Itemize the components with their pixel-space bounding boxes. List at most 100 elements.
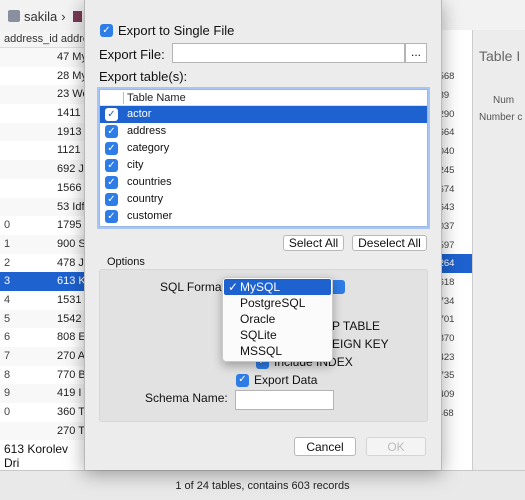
sql-format-option[interactable]: PostgreSQL (223, 295, 332, 311)
table-row[interactable]: 3 613 K (0, 272, 86, 291)
table-checkbox[interactable]: ✓ (105, 193, 118, 206)
table-list-header[interactable]: Table Name (100, 90, 427, 106)
browse-button[interactable]: ... (405, 43, 427, 63)
export-data-label: Export Data (254, 373, 318, 387)
export-tables-label: Export table(s): (99, 69, 188, 84)
table-checkbox[interactable]: ✓ (105, 210, 118, 223)
tables-list[interactable]: Table Name ✓ actor ✓ address ✓ category ✓ city ✓… (99, 89, 428, 227)
sql-format-option-label: SQLite (240, 328, 277, 342)
address-cell: 419 I (57, 387, 82, 400)
table-row[interactable]: 8 770 B (0, 366, 86, 385)
column-separator (123, 92, 124, 104)
address-cell: 270 T (57, 424, 85, 437)
address-cell: 770 B (57, 368, 86, 381)
sql-format-option[interactable]: MSSQL (223, 343, 332, 359)
row-index-cell: 4 (4, 293, 11, 306)
table-name: country (127, 193, 164, 205)
table-row[interactable]: 28 My (0, 67, 87, 86)
table-list-item[interactable]: ✓ customer (100, 208, 427, 225)
table-name: actor (127, 108, 152, 120)
table-row[interactable]: 0 360 T (0, 403, 85, 422)
table-row[interactable]: 9 419 I (0, 384, 84, 404)
address-cell: 53 Idf (57, 200, 85, 213)
table-list-item[interactable]: ✓ city (100, 157, 427, 174)
row-index-cell: 0 (4, 219, 11, 232)
table-row[interactable]: 6 808 E (0, 328, 86, 347)
address-cell: 808 E (57, 331, 86, 344)
panel-label-num: Num (493, 95, 515, 106)
address-cell: 692 J (57, 163, 84, 176)
export-data-checkbox[interactable]: ✓ (236, 373, 249, 387)
table-row[interactable]: 1 900 S (0, 234, 86, 254)
sql-format-option[interactable]: Oracle (223, 311, 332, 327)
sql-format-popup[interactable]: ✓ MySQL PostgreSQL Oracle SQLite MSSQL (222, 277, 333, 362)
table-row[interactable]: 23 Wo (0, 85, 89, 105)
table-list-item[interactable]: ✓ countries (100, 174, 427, 191)
sql-format-option[interactable]: SQLite (223, 327, 332, 343)
cancel-button[interactable]: Cancel (294, 437, 356, 456)
sql-format-option-label: MSSQL (240, 344, 283, 358)
table-list-item[interactable]: ✓ actor (100, 106, 427, 123)
row-index-cell: 8 (4, 368, 11, 381)
schema-name-field[interactable] (235, 390, 334, 410)
row-index-cell: 1 (4, 237, 11, 250)
select-all-button[interactable]: Select All (283, 235, 344, 251)
address-cell: 1411 (57, 107, 81, 120)
options-title: Options (107, 256, 145, 268)
deselect-all-button[interactable]: Deselect All (352, 235, 427, 251)
address-cell: 478 J (57, 256, 84, 269)
export-single-file-checkbox[interactable]: ✓ (100, 24, 113, 37)
breadcrumb-database[interactable]: sakila (24, 9, 57, 24)
table-row[interactable]: 1121 (0, 141, 84, 160)
table-row[interactable]: 2 478 J (0, 254, 84, 273)
data-grid[interactable]: address_id addre 47 My 28 My 23 Wo 1411 1913… (0, 30, 89, 470)
sql-format-option[interactable]: ✓ MySQL (224, 279, 331, 295)
table-checkbox[interactable]: ✓ (105, 142, 118, 155)
database-icon (8, 10, 20, 22)
table-name: customer (127, 210, 173, 222)
table-list-item[interactable]: ✓ country (100, 191, 427, 208)
table-row[interactable]: 1913 (0, 122, 84, 142)
table-row[interactable]: 4 1531 (0, 291, 84, 310)
table-row[interactable]: 0 1795 (0, 216, 84, 235)
table-checkbox[interactable]: ✓ (105, 159, 118, 172)
table-checkbox[interactable]: ✓ (105, 176, 118, 189)
row-index-cell: 7 (4, 350, 11, 362)
table-name: countries (127, 176, 172, 188)
schema-name-label: Schema Name: (145, 391, 228, 405)
address-cell: 28 My (57, 69, 87, 82)
export-single-file-option[interactable]: ✓ Export to Single File (100, 23, 234, 38)
table-list-item[interactable]: ✓ category (100, 140, 427, 157)
export-file-field[interactable] (172, 43, 405, 63)
panel-title: Table I (479, 48, 521, 64)
address-cell: 613 K (57, 275, 86, 288)
table-list-item[interactable]: ✓ address (100, 123, 427, 140)
checkmark-icon: ✓ (228, 280, 239, 294)
ok-button[interactable]: OK (366, 437, 426, 456)
grid-header[interactable]: address_id addre (0, 30, 89, 48)
table-name: city (127, 159, 144, 171)
sql-format-option-label: PostgreSQL (240, 296, 306, 310)
table-row[interactable]: 53 Idf (0, 197, 85, 217)
table-row[interactable]: 5 1542 (0, 309, 84, 329)
status-text: 1 of 24 tables, contains 603 records (175, 479, 350, 492)
row-index-cell: 0 (4, 406, 11, 419)
table-row[interactable]: 270 T (0, 421, 85, 441)
table-row[interactable]: 1566 (0, 179, 84, 198)
grid-footer-text: 613 Korolev Dri (4, 442, 69, 470)
option-export-data[interactable]: ✓ Export Data (236, 373, 317, 387)
table-checkbox[interactable]: ✓ (105, 125, 118, 138)
address-cell: 47 My (57, 51, 87, 63)
address-cell: 270 A (57, 350, 86, 362)
table-row[interactable]: 7 270 A (0, 347, 86, 366)
table-row[interactable]: 47 My (0, 48, 87, 67)
row-index-cell: 3 (4, 275, 11, 288)
table-row[interactable]: 1411 (0, 104, 84, 123)
sql-format-option-label: MySQL (240, 280, 281, 294)
table-checkbox[interactable]: ✓ (105, 108, 118, 121)
table-row[interactable]: 692 J (0, 160, 84, 179)
table-name-column-header[interactable]: Table Name (127, 92, 186, 104)
sql-format-popup-arrow[interactable] (333, 280, 345, 294)
address-cell: 1795 (57, 219, 82, 232)
export-file-label: Export File: (99, 47, 165, 62)
